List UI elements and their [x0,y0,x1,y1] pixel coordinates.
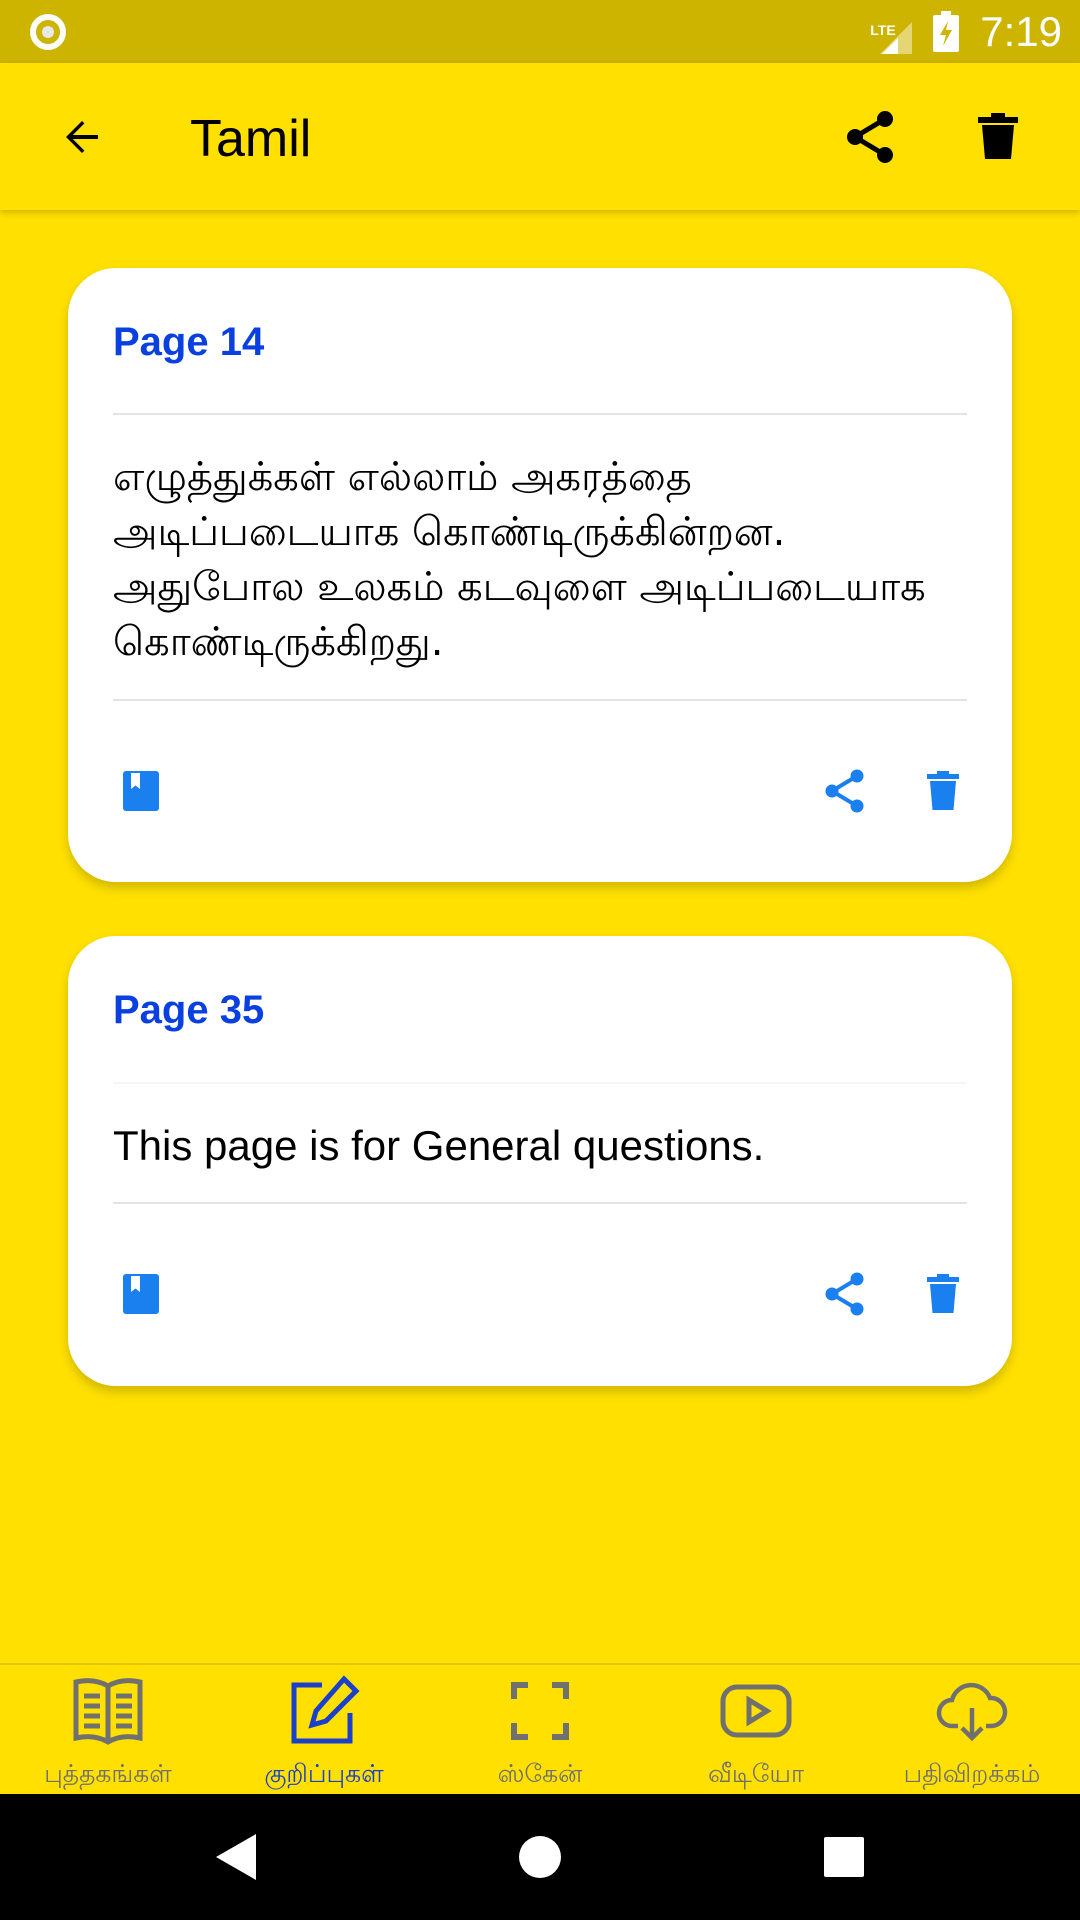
video-play-icon [720,1675,792,1747]
notification-ring-icon [30,14,66,50]
cloud-download-icon [936,1675,1008,1747]
signal-icon: LTE [870,12,913,54]
bottom-navigation: புத்தகங்கள் குறிப்புகள் ஸ்கேன் வீடியோ பத… [0,1663,1080,1794]
status-icons: LTE 7:19 [870,0,1062,63]
battery-charging-icon [933,10,960,52]
share-icon[interactable] [838,105,902,169]
nav-item-books[interactable]: புத்தகங்கள் [0,1665,216,1796]
nav-label: வீடியோ [707,1759,805,1788]
nav-item-scan[interactable]: ஸ்கேன் [432,1665,648,1796]
divider [113,413,967,415]
system-navigation-bar [0,1794,1080,1920]
back-arrow-icon[interactable] [50,105,114,169]
back-triangle-icon[interactable] [206,1827,266,1887]
edit-note-icon [288,1675,360,1747]
scan-icon [504,1675,576,1747]
nav-label: ஸ்கேன் [497,1759,583,1788]
note-text: This page is for General questions. [113,1122,765,1169]
bookmark-book-icon[interactable] [113,1266,169,1322]
clock: 7:19 [980,7,1062,55]
nav-label: குறிப்புகள் [264,1759,384,1788]
share-icon[interactable] [817,1266,873,1322]
note-page-label[interactable]: Page 14 [113,320,264,365]
share-icon[interactable] [817,763,873,819]
note-card: Page 14 எழுத்துக்கள் எல்லாம் அகரத்தை அடி… [68,268,1012,882]
delete-icon[interactable] [915,763,971,819]
nav-label: புத்தகங்கள் [44,1759,172,1788]
delete-icon[interactable] [966,105,1030,169]
page-title: Tamil [190,110,312,168]
note-text: எழுத்துக்கள் எல்லாம் அகரத்தை அடிப்படையாக… [113,454,926,665]
divider [113,1202,967,1204]
home-circle-icon[interactable] [510,1827,570,1887]
divider [113,1082,967,1084]
bookmark-book-icon[interactable] [113,763,169,819]
status-bar: LTE 7:19 [0,0,1080,63]
recents-square-icon[interactable] [814,1827,874,1887]
note-card: Page 35 This page is for General questio… [68,936,1012,1386]
delete-icon[interactable] [915,1266,971,1322]
app-bar: Tamil [0,63,1080,210]
nav-item-video[interactable]: வீடியோ [648,1665,864,1796]
nav-label: பதிவிறக்கம் [903,1759,1041,1788]
note-page-label[interactable]: Page 35 [113,988,264,1033]
book-open-icon [72,1675,144,1747]
nav-item-notes[interactable]: குறிப்புகள் [216,1665,432,1796]
divider [113,699,967,701]
nav-item-download[interactable]: பதிவிறக்கம் [864,1665,1080,1796]
